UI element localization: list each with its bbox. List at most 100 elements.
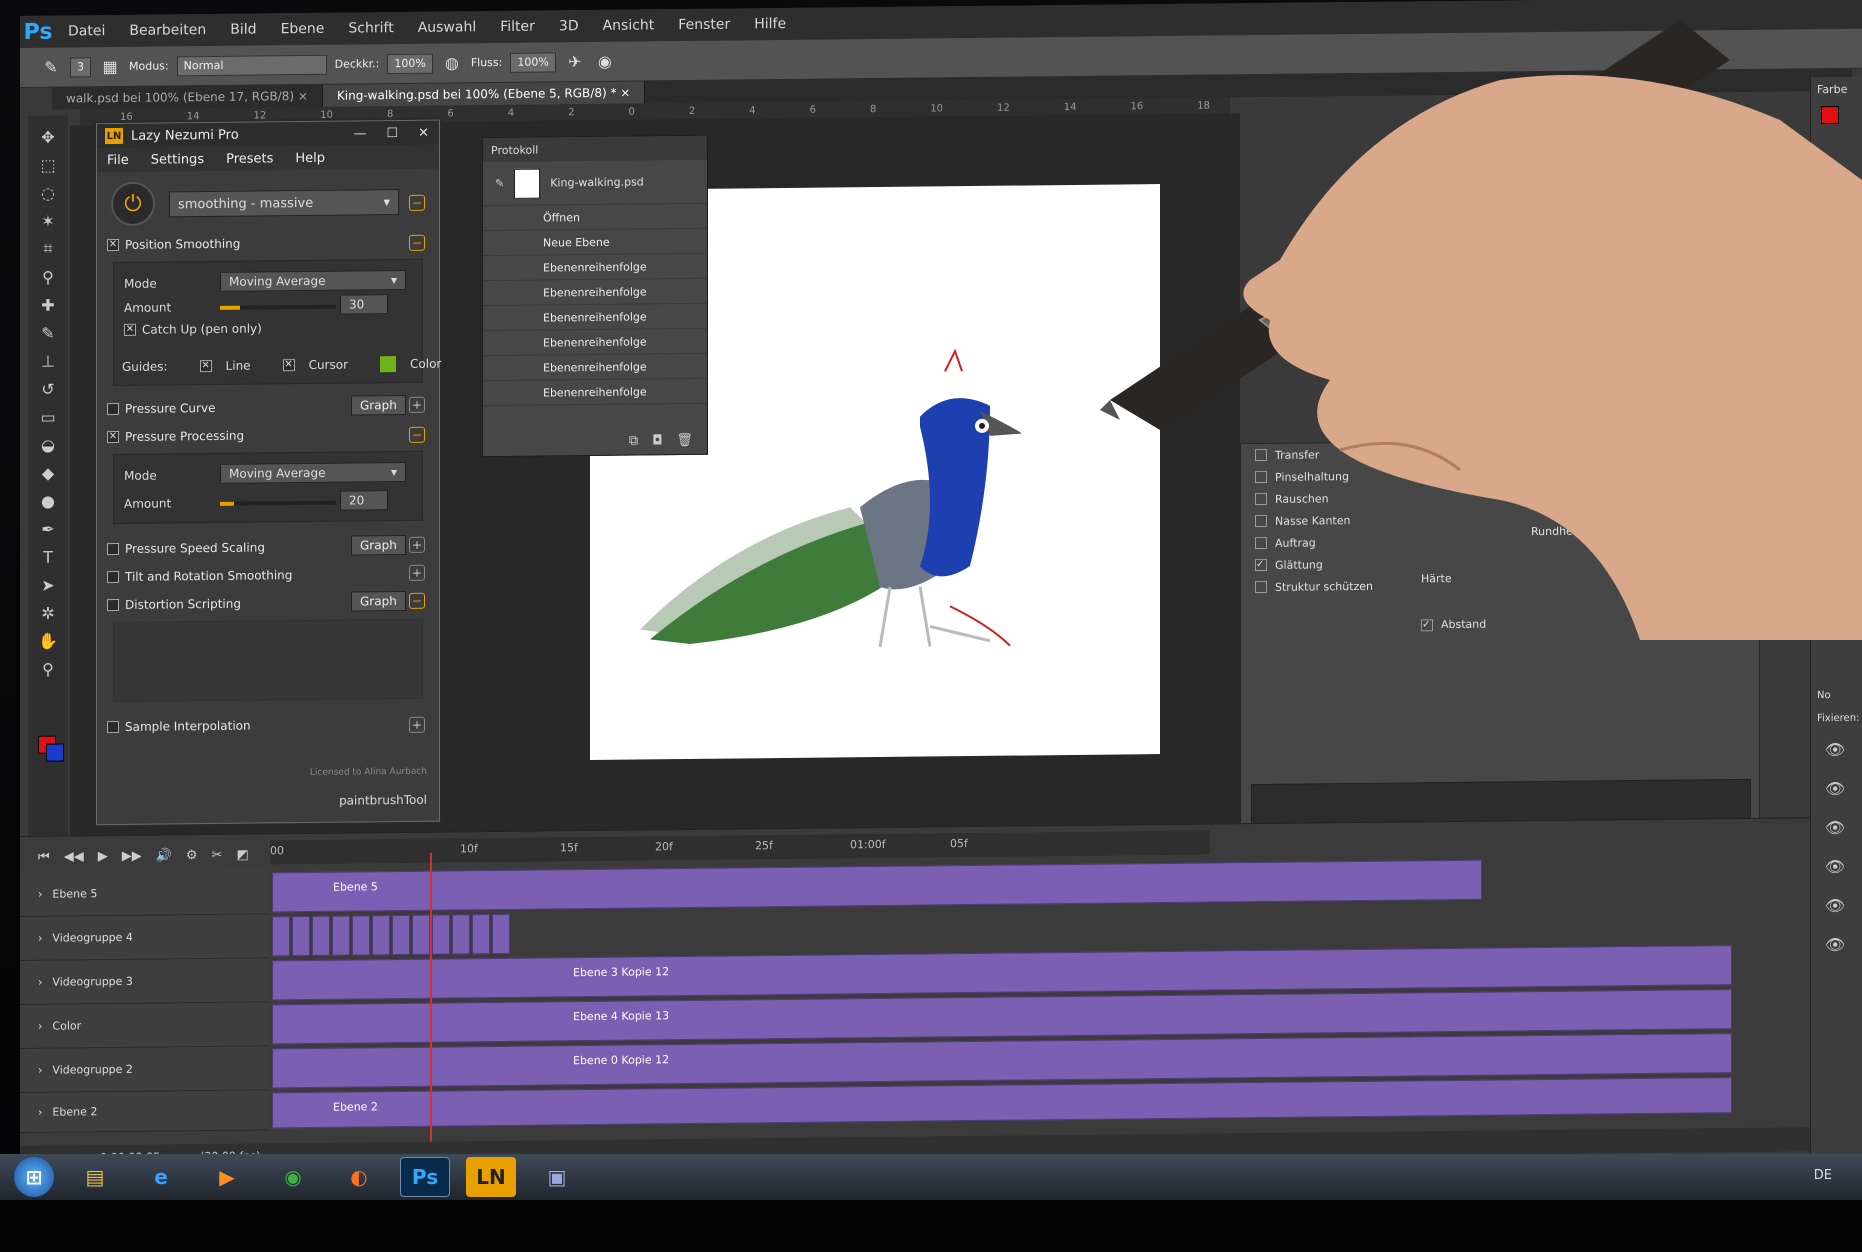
crop-tool-icon[interactable]: ⌗ (35, 238, 61, 260)
lazy-menu-settings[interactable]: Settings (151, 152, 204, 168)
power-button[interactable]: ⏻ (111, 181, 155, 227)
pressure-speed-graph-button[interactable]: Graph (351, 534, 406, 556)
minimize-icon[interactable]: — (353, 126, 366, 141)
prev-frame-icon[interactable]: ◀◀ (64, 849, 84, 864)
visibility-eye-icon[interactable]: 👁 (1811, 847, 1862, 887)
winkel-field[interactable]: 0° (1591, 491, 1645, 511)
playhead[interactable] (430, 852, 432, 1143)
abstand-field[interactable]: 25% (1671, 611, 1725, 630)
trash-icon[interactable]: 🗑 (676, 433, 693, 448)
explorer-icon[interactable]: ▤ (70, 1157, 120, 1197)
preset-collapse-button[interactable]: − (409, 194, 425, 211)
visibility-eye-icon[interactable]: 👁 (1811, 808, 1862, 848)
hand-tool-icon[interactable]: ✋ (35, 630, 61, 652)
audio-icon[interactable]: 🔊 (156, 848, 172, 863)
dodge-icon[interactable]: ● (35, 490, 61, 512)
brush-option-item[interactable]: Nasse Kanten (1241, 509, 1401, 533)
media-player-icon[interactable]: ▶ (202, 1157, 252, 1197)
lasso-tool-icon[interactable]: ◌ (35, 182, 61, 204)
x-flip-checkbox[interactable] (1421, 464, 1433, 477)
menu-ebene[interactable]: Ebene (269, 21, 337, 38)
protokoll-row[interactable]: Neue Ebene (483, 228, 707, 257)
frame-clips[interactable] (272, 913, 510, 957)
brush-option-checkbox[interactable] (1255, 580, 1267, 594)
app-taskbar-icon[interactable]: ▣ (532, 1157, 582, 1197)
brush-tool-icon[interactable]: ✎ (35, 322, 61, 344)
protokoll-row[interactable]: Öffnen (483, 203, 707, 232)
fluss-field[interactable]: 100% (510, 51, 556, 73)
photoshop-taskbar-icon[interactable]: Ps (400, 1157, 450, 1197)
protokoll-row[interactable]: Ebenenreihenfolge (483, 253, 707, 282)
pressure-processing-collapse[interactable]: − (409, 426, 425, 443)
close-icon[interactable]: ✕ (418, 125, 429, 140)
lazy-menu-presets[interactable]: Presets (226, 151, 273, 166)
brush-option-item[interactable]: ✓ Glättung (1241, 553, 1401, 577)
track-label[interactable]: › Ebene 5 (20, 870, 268, 917)
expand-icon[interactable]: › (38, 932, 42, 945)
bucket-icon[interactable]: ◒ (35, 434, 61, 456)
brush-option-item[interactable]: Auftrag (1241, 531, 1401, 555)
modus-select[interactable]: Normal (176, 54, 327, 76)
brush-option-checkbox[interactable] (1255, 492, 1267, 506)
menu-datei[interactable]: Datei (56, 23, 117, 40)
tilt-rotation-expand[interactable]: + (409, 564, 425, 581)
visibility-eye-icon[interactable]: 👁 (1811, 925, 1862, 965)
zoom-tool-icon[interactable]: ⚲ (35, 658, 61, 680)
protokoll-snapshot[interactable]: ✎ King-walking.psd (483, 159, 707, 207)
brush-tool-icon[interactable]: ✎ (40, 56, 62, 78)
background-color-swatch[interactable] (46, 743, 64, 762)
system-tray-language[interactable]: DE (1814, 1168, 1832, 1183)
menu-bearbeiten[interactable]: Bearbeiten (117, 22, 218, 39)
rundheit-field[interactable]: 100% (1591, 519, 1645, 539)
first-frame-icon[interactable]: ⏮ (38, 849, 50, 864)
track-label[interactable]: › Videogruppe 4 (20, 914, 268, 961)
magic-wand-icon[interactable]: ✶ (35, 210, 61, 232)
history-brush-icon[interactable]: ↺ (35, 378, 61, 400)
next-frame-icon[interactable]: ▶▶ (122, 848, 142, 863)
guide-color-swatch[interactable] (380, 356, 397, 373)
protokoll-row[interactable]: Ebenenreihenfolge (483, 278, 707, 307)
brush-option-item[interactable]: Pinselhaltung (1241, 465, 1401, 489)
lazy-nezumi-taskbar-icon[interactable]: LN (466, 1157, 516, 1197)
foreground-color-swatch[interactable] (1821, 105, 1839, 125)
brush-option-checkbox[interactable]: ✓ (1255, 558, 1267, 572)
lazy-menu-help[interactable]: Help (295, 150, 325, 165)
visibility-eye-icon[interactable]: 👁 (1811, 730, 1862, 770)
sample-interp-expand[interactable]: + (409, 716, 425, 733)
menu-3d[interactable]: 3D (547, 18, 591, 34)
pressure-opacity-icon[interactable]: ◍ (441, 52, 463, 74)
internet-explorer-icon[interactable]: e (136, 1157, 186, 1197)
abstand-checkbox[interactable]: ✓ (1421, 618, 1433, 631)
pressure-size-icon[interactable]: ◉ (594, 50, 616, 72)
guide-line-checkbox[interactable]: ✕ (199, 359, 212, 373)
pp-amount-slider[interactable] (220, 500, 336, 506)
amount-slider[interactable] (220, 304, 336, 310)
expand-icon[interactable]: › (38, 1020, 42, 1033)
pressure-processing-checkbox[interactable]: ✕ (107, 430, 119, 444)
brush-panel-icon[interactable]: ▦ (99, 55, 121, 77)
transition-icon[interactable]: ◩ (236, 847, 248, 862)
brush-option-checkbox[interactable] (1255, 514, 1267, 528)
protokoll-row[interactable]: Ebenenreihenfolge (483, 328, 707, 357)
menu-schrift[interactable]: Schrift (336, 20, 405, 37)
menu-fenster[interactable]: Fenster (666, 16, 742, 34)
firefox-icon[interactable]: ◐ (334, 1157, 384, 1197)
brush-option-checkbox[interactable] (1255, 448, 1267, 462)
path-select-icon[interactable]: ➤ (35, 574, 61, 596)
distortion-checkbox[interactable] (107, 598, 119, 612)
mode-select[interactable]: Moving Average ▾ (220, 269, 406, 292)
marquee-tool-icon[interactable]: ⬚ (35, 154, 61, 176)
distortion-collapse[interactable]: − (409, 592, 425, 609)
type-tool-icon[interactable]: T (35, 546, 61, 568)
distortion-graph-button[interactable]: Graph (351, 590, 406, 612)
position-smoothing-checkbox[interactable]: ✕ (107, 238, 119, 252)
haerte-field[interactable]: 0% (1671, 565, 1725, 584)
track-label[interactable]: › Videogruppe 3 (20, 958, 268, 1005)
pressure-speed-expand[interactable]: + (409, 536, 425, 553)
new-document-icon[interactable]: ⧉ (629, 434, 638, 449)
brush-option-item[interactable]: Struktur schützen (1241, 575, 1401, 599)
brush-option-item[interactable]: Transfer (1241, 443, 1401, 467)
eraser-icon[interactable]: ▭ (35, 406, 61, 428)
brush-size[interactable]: 3 (70, 56, 91, 77)
blur-icon[interactable]: ◆ (35, 462, 61, 484)
